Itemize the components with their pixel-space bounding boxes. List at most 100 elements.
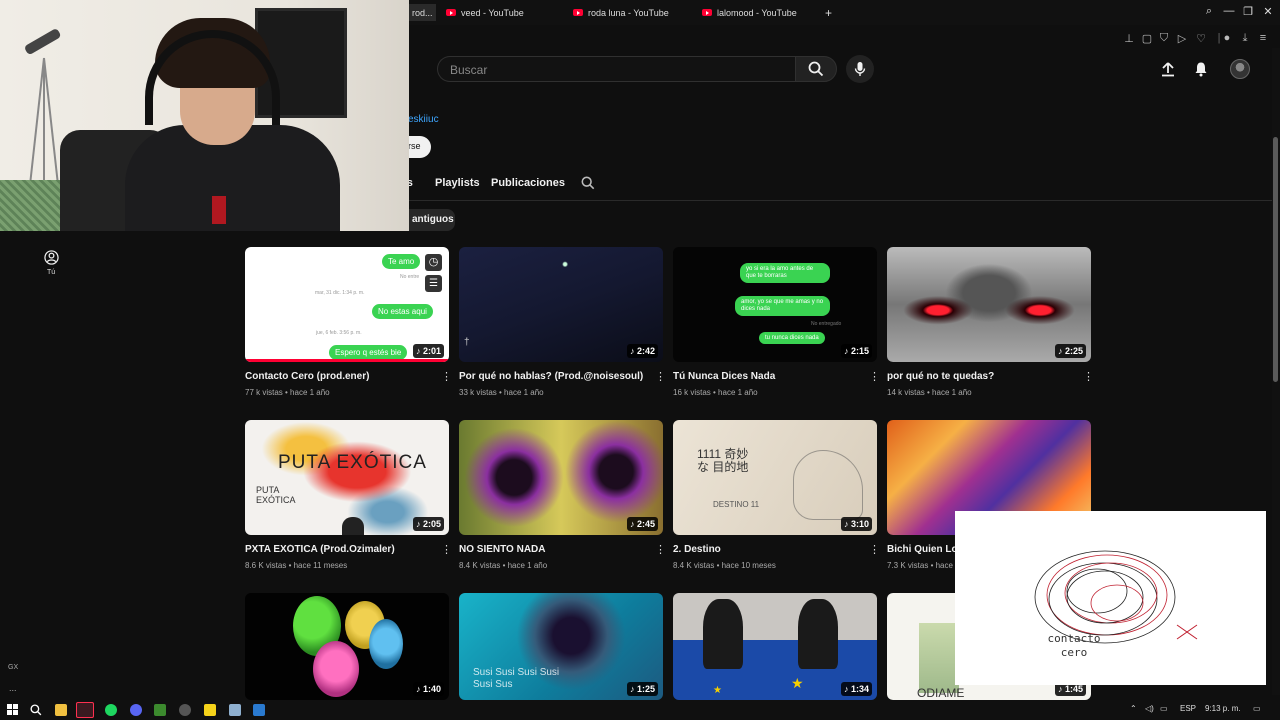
more-actions-icon[interactable]: ⋮: [441, 372, 452, 383]
file-explorer-icon[interactable]: [55, 704, 67, 716]
search-input[interactable]: Buscar: [437, 56, 795, 82]
video-thumbnail[interactable]: † ♪ 2:42: [459, 247, 663, 362]
video-card[interactable]: PUTA EXÓTICA PUTA EXÓTICA ♪ 2:05 PXTA EX…: [245, 420, 452, 570]
network-icon[interactable]: ▭: [1160, 704, 1168, 713]
video-thumbnail[interactable]: PUTA EXÓTICA PUTA EXÓTICA ♪ 2:05: [245, 420, 449, 535]
video-thumbnail[interactable]: ♪ 1:40: [245, 593, 449, 700]
video-card[interactable]: Susi Susi Susi Susi Susi Sus ♪ 1:25: [459, 593, 664, 700]
plus-icon: +: [825, 5, 833, 20]
restore-icon[interactable]: ❐: [1240, 5, 1256, 18]
send-icon[interactable]: ▷: [1175, 32, 1189, 45]
more-actions-icon[interactable]: ⋮: [869, 372, 880, 383]
video-card[interactable]: ♪ 1:40: [245, 593, 450, 700]
browser-tab-veed[interactable]: veed - YouTube: [446, 4, 524, 21]
sticky-notes-icon[interactable]: [204, 704, 216, 716]
video-title[interactable]: PXTA EXÓTICA (Prod.Ozimaler): [245, 544, 430, 555]
video-thumbnail[interactable]: ♪ 2:45: [459, 420, 663, 535]
video-card[interactable]: 1111 奇妙な 目的地 DESTINO 11 ♪ 3:10 2. Destin…: [673, 420, 880, 570]
upload-icon: [1162, 62, 1174, 77]
video-meta: 16 k vistas • hace 1 año: [673, 388, 758, 397]
discord-icon[interactable]: [130, 704, 142, 716]
browser-tab-roda-luna[interactable]: roda luna - YouTube: [573, 4, 669, 21]
webcam-overlay: [0, 0, 409, 231]
duration-badge: ♪ 2:05: [412, 517, 444, 531]
guide-item-you-label: Tú: [47, 269, 56, 276]
download-icon[interactable]: ⤓: [1238, 32, 1252, 45]
video-card[interactable]: ★ ★ ♪ 1:34: [673, 593, 878, 700]
voice-search-button[interactable]: [846, 55, 874, 83]
chat-stamp: No entregado: [811, 321, 842, 327]
chat-bubble: tu nunca dices nada: [759, 332, 825, 344]
screenshot-icon[interactable]: ▢: [1140, 32, 1154, 45]
new-tab-button[interactable]: +: [825, 4, 832, 21]
more-icon[interactable]: ...: [9, 683, 17, 693]
video-thumbnail[interactable]: 1111 奇妙な 目的地 DESTINO 11 ♪ 3:10: [673, 420, 877, 535]
duration-badge: ♪ 2:01: [412, 344, 444, 358]
more-actions-icon[interactable]: ⋮: [441, 545, 452, 556]
upload-button[interactable]: [1159, 60, 1177, 78]
tab-search-icon[interactable]: ⌕: [1201, 5, 1217, 18]
chevron-up-icon[interactable]: ⌃: [1130, 704, 1137, 713]
channel-search-button[interactable]: [581, 176, 595, 190]
volume-icon[interactable]: ◁): [1145, 704, 1154, 713]
notifications-button[interactable]: [1192, 60, 1210, 78]
account-avatar[interactable]: [1230, 59, 1250, 79]
watch-later-icon[interactable]: ◷: [425, 254, 442, 271]
photos-icon[interactable]: [253, 704, 265, 716]
minimize-icon[interactable]: —: [1221, 5, 1237, 17]
pin-icon[interactable]: ⊥: [1122, 32, 1136, 45]
video-card[interactable]: ♪ 2:45 NO SIENTO NADA 8.4 K vistas • hac…: [459, 420, 666, 570]
browser-tab-lalomood[interactable]: lalomood - YouTube: [702, 4, 797, 21]
more-actions-icon[interactable]: ⋮: [1083, 372, 1094, 383]
notification-center-icon[interactable]: ▭: [1253, 704, 1261, 713]
thumbnail-text: ODIAME: [917, 686, 965, 700]
close-icon[interactable]: ✕: [1260, 5, 1276, 18]
sketch-figure: [793, 450, 863, 520]
minecraft-icon[interactable]: [154, 704, 166, 716]
bird-silhouette: [798, 599, 838, 669]
painted-face: [369, 619, 403, 669]
scrollbar-thumb[interactable]: [1273, 137, 1278, 382]
opera-gx-icon[interactable]: [76, 702, 94, 718]
duration-badge: ♪ 2:45: [626, 517, 658, 531]
video-title[interactable]: Por qué no hablas? (Prod.@noisesoul): [459, 371, 644, 382]
chat-bubble: Espero q estés bie: [329, 345, 408, 360]
video-thumbnail[interactable]: ★ ★ ♪ 1:34: [673, 593, 877, 700]
heart-icon[interactable]: ♡: [1194, 32, 1208, 45]
tab-posts[interactable]: Publicaciones: [491, 177, 565, 189]
thumbnail-text: 1111 奇妙な 目的地: [697, 447, 749, 474]
video-card[interactable]: † ♪ 2:42 Por qué no hablas? (Prod.@noise…: [459, 247, 666, 397]
search-button[interactable]: [795, 56, 837, 82]
add-to-queue-icon[interactable]: ☰: [425, 275, 442, 292]
profile-icon[interactable]: ●: [1220, 32, 1234, 44]
obs-icon[interactable]: [179, 704, 191, 716]
windows-start-icon[interactable]: [7, 704, 18, 715]
channel-handle[interactable]: eskiiuc: [408, 114, 439, 125]
notepad-icon[interactable]: [229, 704, 241, 716]
language-indicator[interactable]: ESP: [1180, 704, 1196, 713]
mini-player[interactable]: contacto cero: [955, 511, 1266, 685]
video-card[interactable]: ♪ 2:25 por qué no te quedas? 14 k vistas…: [887, 247, 1094, 397]
video-thumbnail[interactable]: ♪ 2:25: [887, 247, 1091, 362]
browser-tab-active[interactable]: rod...: [409, 4, 436, 21]
video-title[interactable]: 2. Destino: [673, 544, 858, 555]
spotify-icon[interactable]: [105, 704, 117, 716]
video-card[interactable]: Te amo No entre mar, 31 dic. 1:34 p. m. …: [245, 247, 452, 397]
more-actions-icon[interactable]: ⋮: [655, 372, 666, 383]
more-actions-icon[interactable]: ⋮: [869, 545, 880, 556]
video-thumbnail[interactable]: Susi Susi Susi Susi Susi Sus ♪ 1:25: [459, 593, 663, 700]
video-title[interactable]: Contacto Cero (prod.ener): [245, 371, 430, 382]
video-title[interactable]: NO SIENTO NADA: [459, 544, 644, 555]
clock[interactable]: 9:13 p. m.: [1205, 704, 1241, 713]
shield-icon[interactable]: ⛉: [1157, 32, 1171, 45]
video-title[interactable]: Tú Nunca Dices Nada: [673, 371, 858, 382]
tab-playlists[interactable]: Playlists: [435, 177, 480, 189]
video-title[interactable]: por qué no te quedas?: [887, 371, 1072, 382]
menu-icon[interactable]: ≡: [1256, 32, 1270, 44]
video-thumbnail[interactable]: Te amo No entre mar, 31 dic. 1:34 p. m. …: [245, 247, 449, 362]
search-icon[interactable]: [30, 704, 42, 716]
video-thumbnail[interactable]: yo si era la amo antes de que te borrara…: [673, 247, 877, 362]
more-actions-icon[interactable]: ⋮: [655, 545, 666, 556]
video-card[interactable]: yo si era la amo antes de que te borrara…: [673, 247, 880, 397]
guide-item-you[interactable]: [44, 250, 59, 265]
